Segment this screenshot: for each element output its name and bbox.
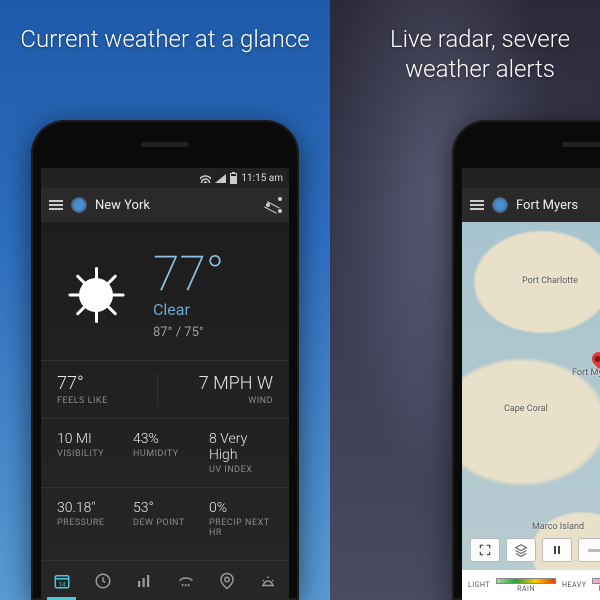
- android-statusbar: 11:15 am: [41, 168, 289, 188]
- appbar: Fort Myers: [462, 188, 600, 222]
- stats-row-1: 10 MI VISIBILITY 43% HUMIDITY 8 Very Hig…: [41, 418, 289, 487]
- radar-pause-button[interactable]: [542, 538, 572, 562]
- headline-right: Live radar, severe weather alerts: [330, 0, 600, 94]
- battery-icon: [230, 173, 237, 184]
- current-conditions-hero: 77° Clear 87° / 75°: [41, 222, 289, 360]
- tab-hourly[interactable]: [82, 561, 123, 600]
- legend-rain-bar: [496, 578, 556, 584]
- wind-cell: 7 MPH W WIND: [157, 373, 274, 406]
- tab-sun[interactable]: [248, 561, 289, 600]
- map-label-port-charlotte: Port Charlotte: [522, 276, 578, 286]
- visibility-cell: 10 MI VISIBILITY: [57, 431, 121, 475]
- dewpoint-cell: 53° DEW POINT: [121, 500, 197, 538]
- app-screen-radar: 11:15 am Fort Myers Port Charlotte Fort …: [462, 168, 600, 600]
- feels-like-cell: 77° FEELS LIKE: [57, 373, 157, 406]
- phone-mockup-right: 11:15 am Fort Myers Port Charlotte Fort …: [452, 120, 600, 600]
- menu-icon[interactable]: [470, 200, 484, 210]
- tab-precip[interactable]: [165, 561, 206, 600]
- phone-mockup-left: 11:15 am New York: [31, 120, 299, 600]
- uv-cell: 8 Very High UV INDEX: [197, 431, 273, 475]
- bottom-tabbar: 14: [41, 560, 289, 600]
- sun-icon: [61, 260, 131, 330]
- radar-fullscreen-button[interactable]: [470, 538, 500, 562]
- radar-layers-button[interactable]: [506, 538, 536, 562]
- map-label-cape-coral: Cape Coral: [504, 404, 548, 414]
- app-screen-weather: 11:15 am New York: [41, 168, 289, 600]
- current-temp: 77°: [153, 250, 224, 298]
- app-logo-icon: [492, 197, 508, 213]
- radar-map[interactable]: Port Charlotte Fort Myers Cape Coral Mar…: [462, 222, 600, 600]
- humidity-cell: 43% HUMIDITY: [121, 431, 197, 475]
- svg-text:14: 14: [58, 581, 65, 588]
- precip-cell: 0% PRECIP NEXT HR: [197, 500, 273, 538]
- radar-controls: [470, 538, 600, 562]
- tab-forecast[interactable]: 14: [41, 561, 82, 600]
- phone-speaker: [562, 142, 600, 147]
- legend-mixed-bar: [592, 578, 600, 584]
- menu-icon[interactable]: [49, 200, 63, 210]
- wifi-icon: [200, 174, 211, 183]
- location-title[interactable]: New York: [95, 198, 259, 213]
- tab-radar[interactable]: [206, 561, 247, 600]
- pressure-cell: 30.18" PRESSURE: [57, 500, 121, 538]
- appbar: New York: [41, 188, 289, 222]
- current-condition: Clear: [153, 300, 224, 319]
- feels-wind-row: 77° FEELS LIKE 7 MPH W WIND: [41, 360, 289, 418]
- android-statusbar: 11:15 am: [462, 168, 600, 188]
- statusbar-time: 11:15 am: [241, 173, 283, 184]
- radar-timeline[interactable]: [578, 538, 600, 562]
- radar-legend: LIGHT RAIN HEAVY MIXED SNOW: [462, 570, 600, 600]
- map-label-marco-island: Marco Island: [532, 522, 584, 532]
- headline-left: Current weather at a glance: [0, 0, 330, 64]
- legend-label-heavy: HEAVY: [562, 581, 586, 589]
- high-low: 87° / 75°: [153, 325, 224, 340]
- location-title[interactable]: Fort Myers: [516, 198, 600, 213]
- promo-panel-radar: Live radar, severe weather alerts 11:15 …: [330, 0, 600, 600]
- map-label-fort-myers: Fort Myers: [572, 368, 600, 378]
- stats-row-2: 30.18" PRESSURE 53° DEW POINT 0% PRECIP …: [41, 487, 289, 550]
- app-logo-icon: [71, 197, 87, 213]
- signal-icon: [215, 174, 226, 183]
- legend-label-light: LIGHT: [468, 581, 490, 589]
- promo-panel-current-weather: Current weather at a glance 11:15 am New…: [0, 0, 330, 600]
- phone-speaker: [141, 142, 189, 147]
- share-icon[interactable]: [267, 198, 281, 212]
- tab-graphs[interactable]: [124, 561, 165, 600]
